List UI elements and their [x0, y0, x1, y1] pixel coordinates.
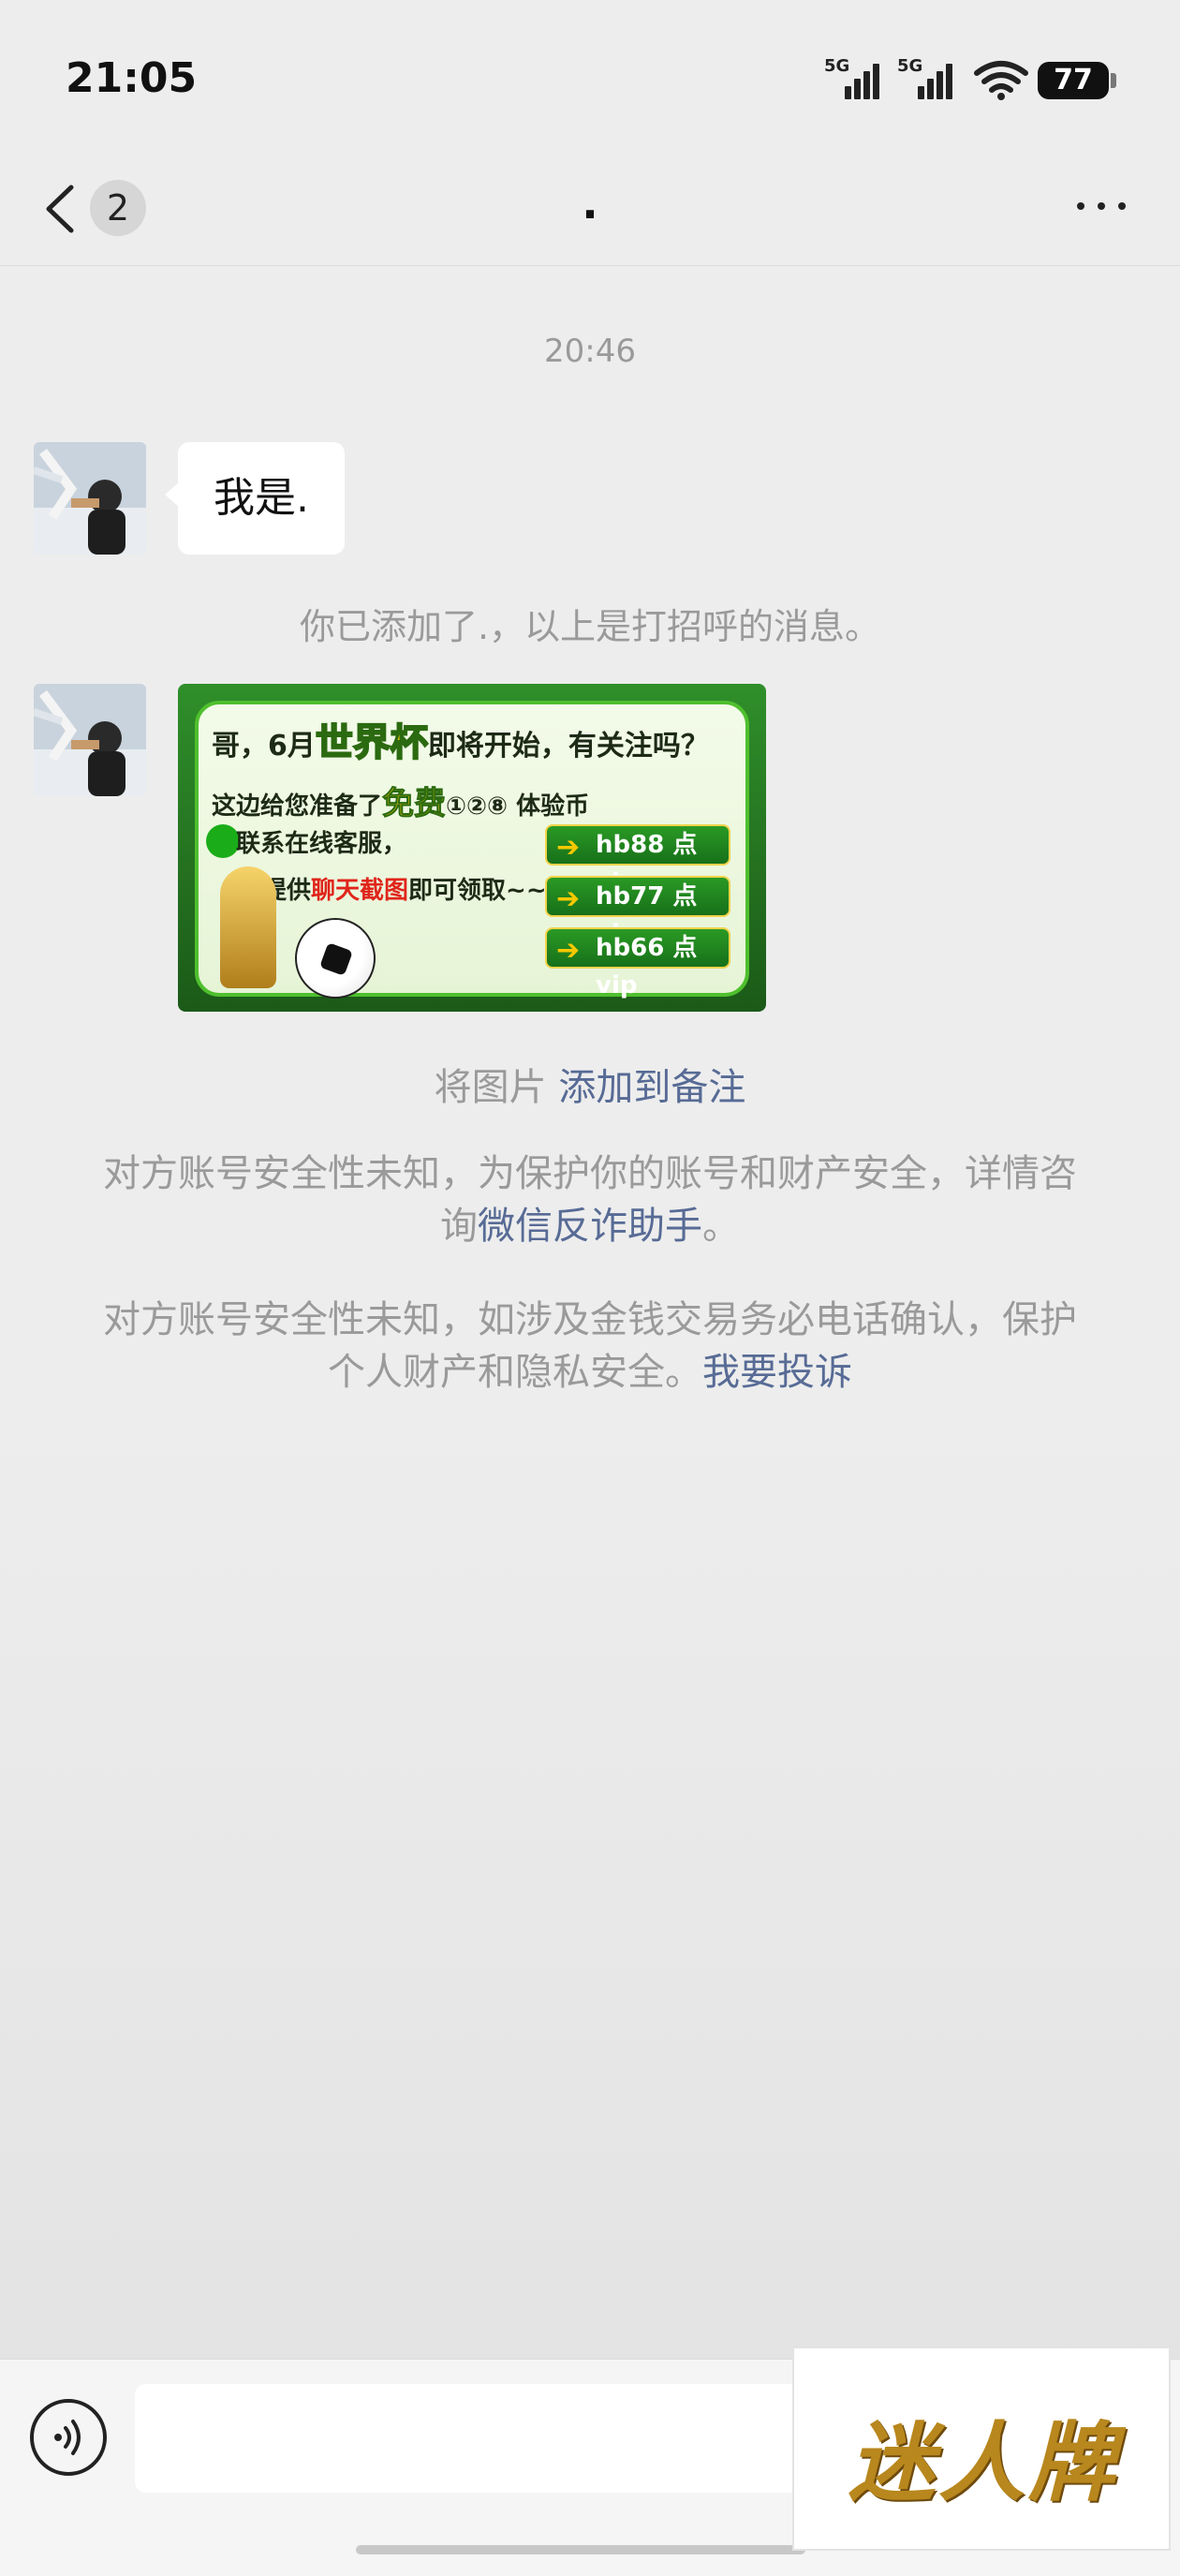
avatar-image: [34, 684, 146, 796]
security-warning-2-text: 对方账号安全性未知，如涉及金钱交易务必电话确认，保护个人财产和隐私安全。: [103, 1298, 1077, 1394]
status-bar: 21:05 5G 5G 77: [0, 0, 1180, 150]
chevron-left-icon: [46, 185, 74, 233]
more-options-button[interactable]: [1068, 178, 1143, 234]
promo-vip-label: ➔hb88 点 vip: [545, 824, 730, 896]
soccer-ball-icon: [295, 918, 376, 999]
security-warning-1: 对方账号安全性未知，为保护你的账号和财产安全，详情咨询微信反诈助手。: [103, 1152, 1077, 1248]
battery-level: 77: [1054, 64, 1093, 96]
arrow-right-icon: ➔: [556, 882, 581, 915]
more-dot-icon: [1098, 202, 1105, 210]
wifi-icon: [974, 61, 1028, 100]
watermark-text: 迷人牌: [848, 2413, 1118, 2513]
trophy-icon: [220, 866, 276, 988]
image-caption-text: 将图片: [434, 1066, 559, 1109]
service-icon: [206, 824, 240, 858]
friend-added-notice: 你已添加了.，以上是打招呼的消息。: [299, 606, 881, 647]
network-type-2: 5G: [897, 56, 923, 76]
promo-vip-label: ➔ hb66 点 vip: [545, 927, 730, 999]
add-to-remark-link[interactable]: 添加到备注: [558, 1066, 745, 1109]
security-warning-2: 对方账号安全性未知，如涉及金钱交易务必电话确认，保护个人财产和隐私安全。我要投诉: [94, 1294, 1086, 1399]
anti-fraud-assistant-link[interactable]: 微信反诈助手: [478, 1205, 702, 1248]
network-type-1: 5G: [824, 56, 850, 76]
contact-avatar[interactable]: [34, 442, 146, 555]
chat-title: .: [582, 178, 598, 229]
voice-icon: [54, 2420, 81, 2455]
promo-headline: 哥，6月世界杯即将开始，有关注吗？: [212, 720, 709, 765]
back-button[interactable]: 2: [37, 170, 159, 245]
status-time: 21:05: [66, 54, 198, 102]
report-complaint-link[interactable]: 我要投诉: [702, 1351, 852, 1394]
contact-avatar[interactable]: [34, 684, 146, 796]
promo-subline: 这边给您准备了免费①②⑧ 体验币: [212, 785, 590, 823]
watermark-logo: 迷人牌: [792, 2347, 1171, 2551]
message-timestamp: 20:46: [544, 333, 636, 370]
arrow-right-icon: ➔: [556, 934, 581, 967]
voice-input-button[interactable]: [30, 2399, 107, 2476]
message-bubble[interactable]: 我是.: [165, 442, 345, 555]
image-message[interactable]: 哥，6月世界杯即将开始，有关注吗？ 这边给您准备了免费①②⑧ 体验币 联系在线客…: [178, 684, 766, 1012]
arrow-right-icon: ➔: [556, 831, 581, 864]
signal-icon-1: 5G: [824, 56, 886, 99]
chat-header: 2 .: [0, 150, 1180, 266]
signal-icon-2: 5G: [897, 56, 959, 99]
more-dot-icon: [1118, 202, 1126, 210]
home-indicator: [356, 2545, 805, 2554]
battery-icon: 77: [1038, 62, 1109, 99]
promo-claim-line: 提供聊天截图即可领取~~: [262, 877, 547, 905]
avatar-image: [34, 442, 146, 555]
promo-vip-label: ➔hb77 点 vip: [545, 876, 730, 948]
unread-count-badge: 2: [90, 180, 146, 236]
promo-contact-line: 联系在线客服，: [236, 830, 407, 858]
more-dot-icon: [1077, 202, 1084, 210]
image-caption: 将图片 添加到备注: [0, 1057, 1180, 1111]
battery-cap: [1111, 73, 1116, 88]
